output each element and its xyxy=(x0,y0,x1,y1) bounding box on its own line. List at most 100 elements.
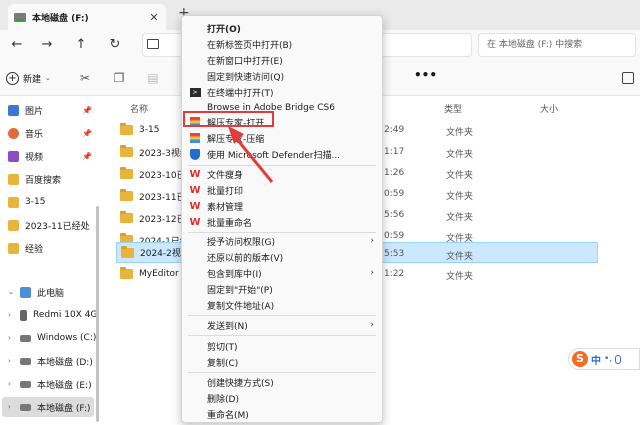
row-type: 文件夹 xyxy=(446,213,474,223)
chevron-down-icon[interactable]: ⌄ xyxy=(8,288,16,296)
music-icon xyxy=(8,127,19,139)
menu-item-pin-start[interactable]: 固定到"开始"(P) xyxy=(182,281,382,297)
menu-separator xyxy=(188,335,376,336)
menu-item-grant-access[interactable]: 授予访问权限(G) › xyxy=(182,233,382,249)
row-date: 5:53 xyxy=(384,249,405,259)
details-pane-icon[interactable] xyxy=(622,72,634,84)
folder-icon xyxy=(120,167,133,179)
sidebar-item-3-15[interactable]: 3-15 xyxy=(8,192,96,212)
menu-item-defender-scan[interactable]: 使用 Microsoft Defender扫描... xyxy=(182,146,382,162)
more-options-button[interactable]: ••• xyxy=(414,68,437,82)
computer-icon xyxy=(20,286,31,298)
menu-item-include-library[interactable]: 包含到库中(I) › xyxy=(182,265,382,281)
sidebar-item-music[interactable]: 音乐 📌 xyxy=(8,123,96,143)
terminal-icon: > xyxy=(189,86,201,98)
drive-icon xyxy=(20,380,31,388)
menu-item-open-new-tab[interactable]: 在新标签页中打开(B) xyxy=(182,36,382,52)
back-icon[interactable]: ← xyxy=(8,36,26,54)
wps-icon: W xyxy=(189,216,201,228)
menu-item-batch-print[interactable]: W 批量打印 xyxy=(182,182,382,198)
folder-icon xyxy=(120,123,133,135)
copy-icon[interactable]: ❐ xyxy=(110,69,128,87)
sidebar-item-baidu[interactable]: 百度搜索 xyxy=(8,169,96,189)
phone-icon xyxy=(20,309,27,321)
wps-icon: W xyxy=(189,200,201,212)
search-input[interactable]: 在 本地磁盘 (F:) 中搜索 xyxy=(478,33,636,57)
sidebar-item-redmi[interactable]: › Redmi 10X 4G xyxy=(8,305,96,325)
ime-toolbar[interactable]: S 中 •, xyxy=(568,348,640,370)
pin-icon: 📌 xyxy=(82,105,92,115)
pictures-icon xyxy=(8,104,19,116)
drive-icon xyxy=(20,403,31,411)
menu-item-file-slim[interactable]: W 文件瘦身 xyxy=(182,166,382,182)
menu-separator xyxy=(188,315,376,316)
menu-item-restore-versions[interactable]: 还原以前的版本(V) xyxy=(182,249,382,265)
menu-item-cut[interactable]: 剪切(T) xyxy=(182,338,382,354)
folder-icon xyxy=(8,219,19,231)
sidebar-item-drive-c[interactable]: › Windows (C:) xyxy=(8,328,96,348)
row-type: 文件夹 xyxy=(446,272,474,282)
sidebar-item-2023-11[interactable]: 2023-11已经处 xyxy=(8,215,96,235)
wps-icon: W xyxy=(189,168,201,180)
tab-local-disk-f[interactable]: 本地磁盘 (F:) ✕ xyxy=(8,4,166,30)
menu-item-delete[interactable]: 删除(D) xyxy=(182,390,382,406)
column-header-name[interactable]: 名称 xyxy=(130,102,148,115)
ime-language[interactable]: 中 xyxy=(591,352,601,367)
drive-icon xyxy=(20,357,31,365)
sidebar-item-drive-d[interactable]: › 本地磁盘 (D:) xyxy=(8,351,96,371)
menu-item-unzip-compress[interactable]: 解压专家-压缩 xyxy=(182,130,382,146)
menu-item-copy[interactable]: 复制(C) xyxy=(182,354,382,370)
sidebar-item-drive-f[interactable]: › 本地磁盘 (F:) xyxy=(2,397,94,417)
plus-icon: + xyxy=(6,71,19,85)
chevron-right-icon[interactable]: › xyxy=(8,334,16,342)
defender-shield-icon xyxy=(189,148,201,160)
chevron-right-icon: › xyxy=(370,320,374,330)
folder-icon xyxy=(120,267,133,279)
chevron-right-icon: › xyxy=(370,268,374,278)
new-button[interactable]: + 新建 ⌄ xyxy=(6,69,51,87)
chevron-right-icon[interactable]: › xyxy=(8,403,16,411)
sidebar-scrollbar[interactable] xyxy=(96,206,99,422)
chevron-right-icon[interactable]: › xyxy=(8,311,16,319)
sidebar-item-experience[interactable]: 经验 xyxy=(8,238,96,258)
sidebar-item-video[interactable]: 视频 📌 xyxy=(8,146,96,166)
column-header-type[interactable]: 类型 xyxy=(444,102,462,115)
menu-item-batch-rename[interactable]: W 批量重命名 xyxy=(182,214,382,230)
menu-item-pin-quick-access[interactable]: 固定到快速访问(Q) xyxy=(182,68,382,84)
monitor-icon xyxy=(147,39,159,49)
chevron-right-icon[interactable]: › xyxy=(8,357,16,365)
menu-item-open-terminal[interactable]: > 在终端中打开(T) xyxy=(182,84,382,100)
sidebar-item-this-pc[interactable]: ⌄ 此电脑 xyxy=(8,282,96,302)
new-label: 新建 xyxy=(23,74,42,85)
menu-item-open-new-window[interactable]: 在新窗口中打开(E) xyxy=(182,52,382,68)
menu-item-open[interactable]: 打开(O) xyxy=(182,20,382,36)
folder-icon xyxy=(8,196,19,208)
ime-punctuation[interactable]: •, xyxy=(604,354,612,364)
row-date: 1:22 xyxy=(384,269,405,279)
menu-item-create-shortcut[interactable]: 创建快捷方式(S) xyxy=(182,374,382,390)
close-tab-icon[interactable]: ✕ xyxy=(146,11,162,24)
row-type: 文件夹 xyxy=(446,234,474,244)
video-icon xyxy=(8,150,19,162)
row-type: 文件夹 xyxy=(446,252,474,262)
cut-icon[interactable]: ✂ xyxy=(76,69,94,87)
row-type: 文件夹 xyxy=(446,128,474,138)
refresh-icon[interactable]: ↻ xyxy=(106,36,124,54)
row-date: 1:17 xyxy=(384,147,405,157)
sidebar-item-pictures[interactable]: 图片 📌 xyxy=(8,100,96,120)
menu-item-rename[interactable]: 重命名(M) xyxy=(182,406,382,422)
paste-icon[interactable]: ▤ xyxy=(144,69,162,87)
up-icon[interactable]: ↑ xyxy=(72,36,90,54)
row-date: 0:59 xyxy=(384,189,405,199)
sidebar-item-drive-e[interactable]: › 本地磁盘 (E:) xyxy=(8,374,96,394)
chevron-right-icon[interactable]: › xyxy=(8,380,16,388)
row-date: 5:56 xyxy=(384,210,405,220)
menu-item-send-to[interactable]: 发送到(N) › xyxy=(182,317,382,333)
menu-item-copy-path[interactable]: 复制文件地址(A) xyxy=(182,297,382,313)
folder-icon xyxy=(8,242,19,254)
microphone-icon[interactable] xyxy=(615,354,622,364)
forward-icon[interactable]: → xyxy=(38,36,56,54)
column-header-size[interactable]: 大小 xyxy=(540,102,558,115)
menu-item-material-manage[interactable]: W 素材管理 xyxy=(182,198,382,214)
drive-icon xyxy=(20,334,31,342)
